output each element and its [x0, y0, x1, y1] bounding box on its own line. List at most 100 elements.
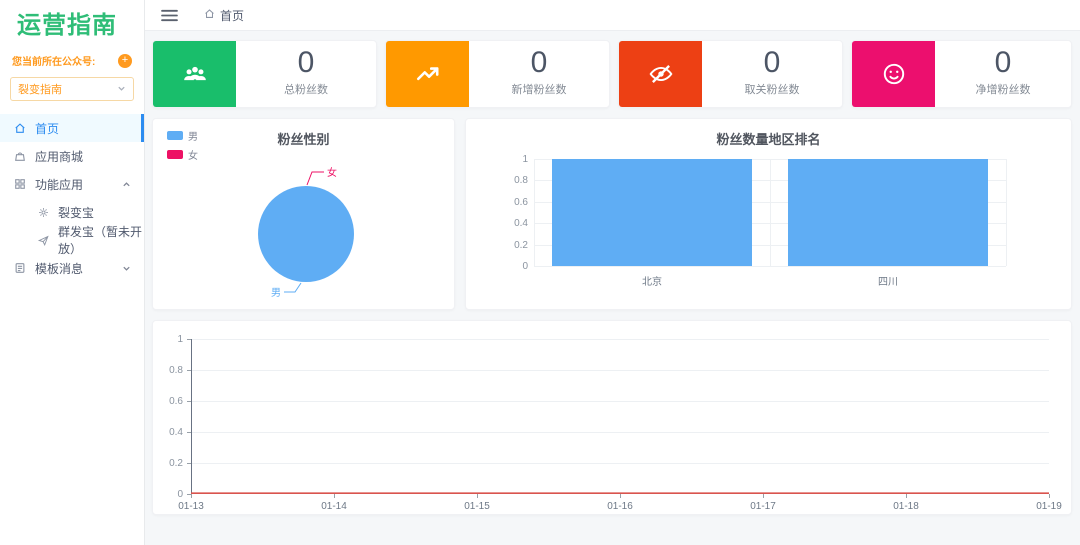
- stat-body: 0 净增粉丝数: [935, 41, 1071, 107]
- account-select-value: 裂变指南: [18, 81, 62, 97]
- trending-up-icon: [386, 41, 469, 107]
- line-xtick: [191, 494, 192, 498]
- sidebar-item-fission-tool[interactable]: 裂变宝: [0, 198, 144, 226]
- dashboard-page: 运营指南 您当前所在公众号: + 裂变指南 首页 应用商城: [0, 0, 1080, 545]
- sidebar-item-label: 模板消息: [35, 260, 83, 277]
- sidebar-item-template-message[interactable]: 模板消息: [0, 254, 144, 282]
- stat-body: 0 新增粉丝数: [469, 41, 609, 107]
- stat-label: 总粉丝数: [236, 81, 376, 97]
- smiley-icon: [852, 41, 935, 107]
- account-row: 您当前所在公众号: +: [0, 40, 144, 68]
- send-icon: [38, 235, 49, 246]
- bar-gridline-vertical: [770, 159, 771, 266]
- breadcrumb-label: 首页: [220, 7, 244, 24]
- hamburger-menu-icon[interactable]: [161, 9, 178, 22]
- line-ytick-label: 0.4: [153, 427, 183, 438]
- chevron-down-icon: [122, 264, 131, 273]
- pie-slice-male: [258, 186, 354, 282]
- line-ytick-label: 0.6: [153, 396, 183, 407]
- bar-ytick-label: 0.2: [492, 240, 528, 251]
- home-icon: [204, 8, 215, 22]
- line-xtick: [906, 494, 907, 498]
- account-select[interactable]: 裂变指南: [10, 77, 134, 101]
- topbar: 首页: [145, 0, 1080, 31]
- shop-icon: [14, 150, 26, 162]
- account-label: 您当前所在公众号:: [12, 53, 95, 68]
- pie-callout-female-line: [307, 172, 324, 185]
- line-xtick: [477, 494, 478, 498]
- line-xtick-label: 01-15: [455, 501, 499, 512]
- sidebar-item-home[interactable]: 首页: [0, 114, 144, 142]
- pie-chart-card: 粉丝性别 男 女 女 男: [152, 118, 455, 310]
- stat-value: 0: [935, 46, 1071, 80]
- bar-ytick-label: 0.6: [492, 197, 528, 208]
- line-series-fans: [191, 339, 1049, 494]
- bar-北京: [552, 159, 753, 266]
- chevron-up-icon: [122, 180, 131, 189]
- doc-icon: [14, 262, 26, 274]
- stat-body: 0 总粉丝数: [236, 41, 376, 107]
- stat-label: 取关粉丝数: [702, 81, 842, 97]
- chevron-down-icon: [117, 80, 126, 98]
- line-xtick: [1049, 494, 1050, 498]
- sidebar-menu: 首页 应用商城 功能应用 裂变: [0, 114, 144, 282]
- add-account-button[interactable]: +: [118, 54, 132, 68]
- stat-card-net-fans: 0 净增粉丝数: [851, 40, 1072, 108]
- stat-body: 0 取关粉丝数: [702, 41, 842, 107]
- eye-off-icon: [619, 41, 702, 107]
- sidebar: 运营指南 您当前所在公众号: + 裂变指南 首页 应用商城: [0, 0, 145, 545]
- app-logo: 运营指南: [0, 0, 144, 40]
- bar-chart-title: 粉丝数量地区排名: [466, 129, 1071, 148]
- line-xtick-label: 01-13: [169, 501, 213, 512]
- line-xtick: [620, 494, 621, 498]
- grid-icon: [14, 178, 26, 190]
- line-xtick-label: 01-19: [1027, 501, 1071, 512]
- bar-category-label: 北京: [612, 273, 692, 288]
- sidebar-item-label: 应用商城: [35, 148, 83, 165]
- sidebar-item-label: 群发宝（暂未开放）: [58, 223, 144, 257]
- line-ytick-label: 0.8: [153, 365, 183, 376]
- bar-ytick-label: 0.4: [492, 218, 528, 229]
- stat-label: 净增粉丝数: [935, 81, 1071, 97]
- sidebar-item-app-store[interactable]: 应用商城: [0, 142, 144, 170]
- stat-label: 新增粉丝数: [469, 81, 609, 97]
- line-xtick-label: 01-17: [741, 501, 785, 512]
- line-xtick-label: 01-16: [598, 501, 642, 512]
- pie-callout-male-line: [284, 283, 301, 292]
- bar-ytick-label: 0.8: [492, 175, 528, 186]
- breadcrumb[interactable]: 首页: [204, 7, 244, 24]
- stat-value: 0: [702, 46, 842, 80]
- line-xtick: [334, 494, 335, 498]
- bar-gridline-vertical: [1006, 159, 1007, 266]
- sidebar-item-mass-send-tool[interactable]: 群发宝（暂未开放）: [0, 226, 144, 254]
- stat-card-new-fans: 0 新增粉丝数: [385, 40, 610, 108]
- bar-四川: [788, 159, 989, 266]
- line-chart-card: 1 0.8 0.6 0.4 0.2 001-13 01-14 01-15 01-16 01-17 0…: [152, 320, 1072, 515]
- stat-card-unfollow-fans: 0 取关粉丝数: [618, 40, 843, 108]
- line-ytick-label: 1: [153, 334, 183, 345]
- line-xtick: [763, 494, 764, 498]
- line-xtick-label: 01-14: [312, 501, 356, 512]
- stat-card-total-fans: 0 总粉丝数: [152, 40, 377, 108]
- sidebar-item-label: 功能应用: [35, 176, 83, 193]
- pie-chart: 女 男: [153, 119, 456, 311]
- sidebar-item-label: 裂变宝: [58, 204, 94, 221]
- bar-ytick-label: 1: [492, 154, 528, 165]
- line-ytick-label: 0: [153, 489, 183, 500]
- gear-icon: [38, 207, 49, 218]
- stat-value: 0: [236, 46, 376, 80]
- stat-value: 0: [469, 46, 609, 80]
- pie-callout-male-label: 男: [271, 287, 281, 299]
- bar-chart-card: 粉丝数量地区排名 1 0.8 0.6 0.4 0.2 0 北京 四川: [465, 118, 1072, 310]
- home-icon: [14, 122, 26, 134]
- sidebar-item-label: 首页: [35, 120, 59, 137]
- bar-gridline-vertical: [534, 159, 535, 266]
- bar-gridline: [534, 266, 1006, 267]
- bar-ytick-label: 0: [492, 261, 528, 272]
- sidebar-item-features[interactable]: 功能应用: [0, 170, 144, 198]
- line-xtick-label: 01-18: [884, 501, 928, 512]
- line-ytick-label: 0.2: [153, 458, 183, 469]
- pie-callout-female-label: 女: [327, 166, 337, 179]
- bar-category-label: 四川: [848, 273, 928, 288]
- users-icon: [153, 41, 236, 107]
